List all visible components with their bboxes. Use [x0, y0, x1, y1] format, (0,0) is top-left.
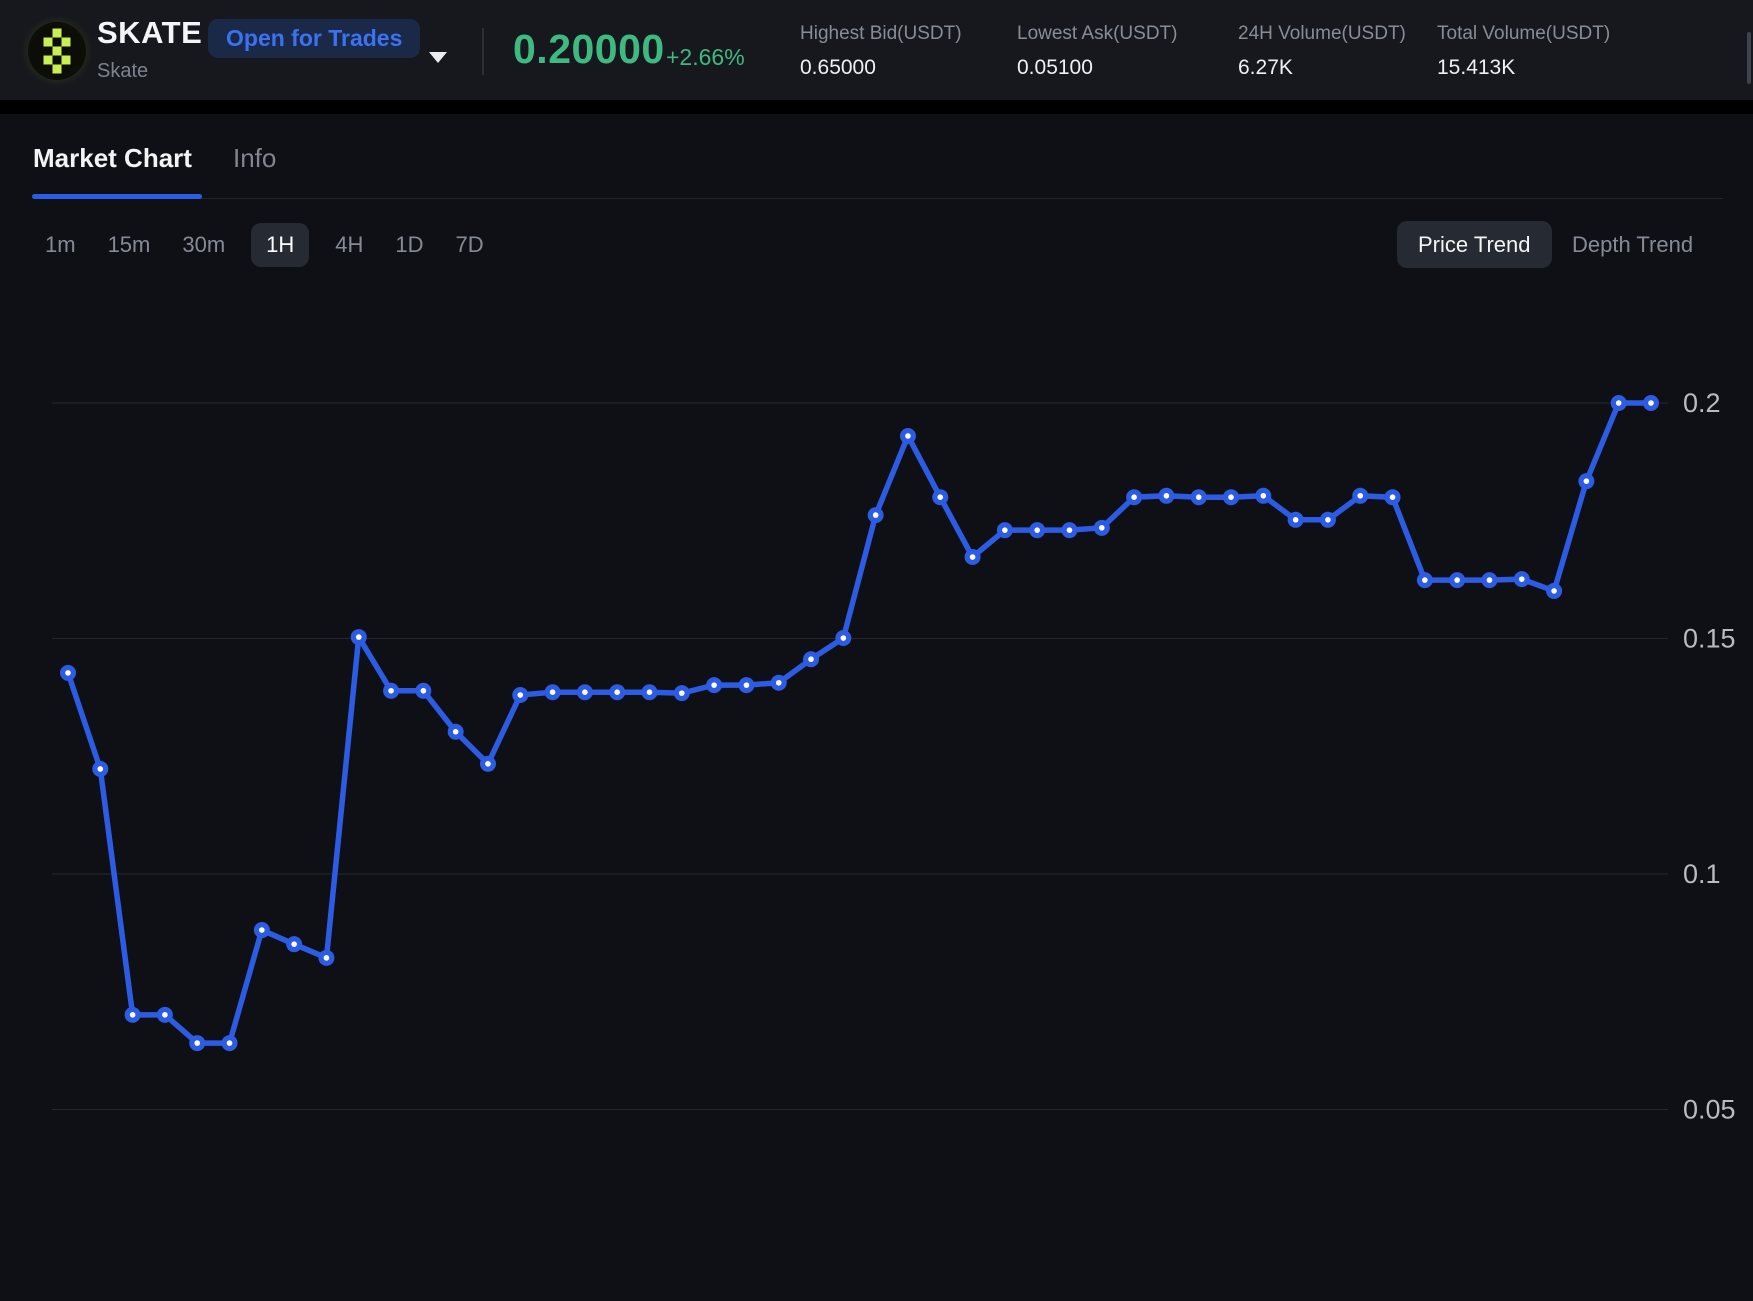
timeframe-7d[interactable]: 7D: [456, 232, 484, 258]
timeframe-15m[interactable]: 15m: [108, 232, 151, 258]
status-badge: Open for Trades: [208, 19, 420, 58]
header-divider: [482, 28, 484, 75]
timeframe-30m[interactable]: 30m: [182, 232, 225, 258]
last-price: 0.20000: [513, 26, 665, 73]
active-tab-underline: [32, 194, 202, 199]
stat-value: 15.413K: [1437, 56, 1515, 80]
stat-label: Total Volume(USDT): [1437, 23, 1610, 45]
price-trend-button[interactable]: Price Trend: [1397, 221, 1552, 268]
chevron-down-icon[interactable]: [429, 52, 447, 63]
price-change-percent: +2.66%: [666, 44, 745, 71]
tabs-divider: [33, 198, 1723, 199]
timeframe-selector: 1m 15m 30m 1H 4H 1D 7D: [45, 221, 484, 268]
stat-value: 6.27K: [1238, 56, 1293, 80]
skate-logo-pixels: [28, 22, 86, 80]
scrollbar-thumb[interactable]: [1747, 32, 1751, 84]
stat-label: Highest Bid(USDT): [800, 23, 962, 45]
timeframe-4h[interactable]: 4H: [335, 232, 363, 258]
stat-value: 0.05100: [1017, 56, 1093, 80]
app-root: SKATE Open for Trades Skate 0.20000 +2.6…: [0, 0, 1753, 1301]
stat-label: Lowest Ask(USDT): [1017, 23, 1177, 45]
token-name: Skate: [97, 60, 148, 83]
timeframe-1h[interactable]: 1H: [251, 223, 309, 267]
depth-trend-button[interactable]: Depth Trend: [1572, 221, 1693, 268]
tab-market-chart[interactable]: Market Chart: [33, 143, 192, 174]
token-symbol: SKATE: [97, 15, 202, 51]
stat-label: 24H Volume(USDT): [1238, 23, 1406, 45]
stat-value: 0.65000: [800, 56, 876, 80]
timeframe-1m[interactable]: 1m: [45, 232, 76, 258]
market-panel: Market Chart Info 1m 15m 30m 1H 4H 1D 7D…: [0, 114, 1753, 1301]
timeframe-1d[interactable]: 1D: [395, 232, 423, 258]
skate-logo-icon: [28, 22, 86, 80]
tab-info[interactable]: Info: [233, 143, 276, 174]
token-header: SKATE Open for Trades Skate 0.20000 +2.6…: [0, 0, 1753, 100]
